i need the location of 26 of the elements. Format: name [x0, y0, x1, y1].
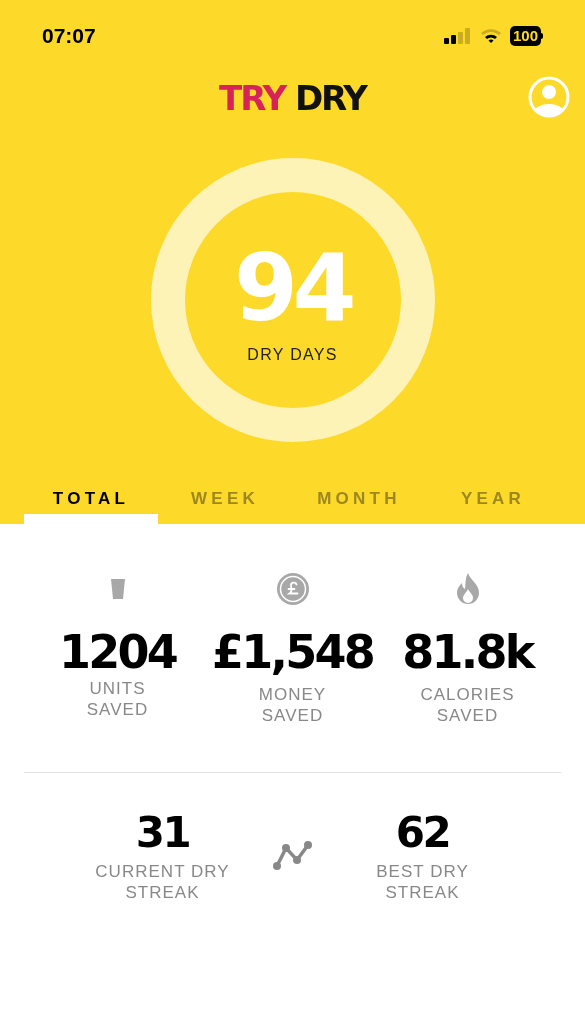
dry-days-label: DRY DAYS: [247, 345, 338, 365]
stat-label: UNITS SAVED: [85, 678, 150, 720]
stat-label: MONEY SAVED: [257, 684, 328, 726]
signal-icon: [443, 28, 472, 44]
period-tab[interactable]: TOTAL: [24, 484, 158, 524]
dry-days-count: 94: [234, 243, 351, 335]
streak-value: 31: [135, 809, 190, 857]
battery-level: 100: [509, 26, 541, 46]
stat-value: £1,548: [212, 626, 373, 678]
stat-value: 81.8k: [402, 626, 533, 678]
app-title: TRY DRY: [219, 76, 366, 120]
period-tab[interactable]: WEEK: [158, 484, 292, 524]
glass-icon: [110, 579, 125, 599]
stat-value: 1204: [59, 626, 176, 678]
period-tab[interactable]: MONTH: [292, 484, 426, 524]
streak-label: CURRENT DRY STREAK: [94, 861, 231, 903]
streak-label: BEST DRY STREAK: [375, 861, 470, 903]
line-chart-icon: [272, 840, 313, 872]
stat-label: CALORIES SAVED: [419, 684, 516, 726]
pound-coin-icon: [276, 573, 309, 605]
period-tab[interactable]: YEAR: [426, 484, 560, 524]
flame-icon: [454, 573, 481, 605]
streak-value: 62: [395, 809, 450, 857]
status-time: 07:07: [42, 23, 96, 50]
profile-button[interactable]: [528, 76, 570, 118]
wifi-icon: [479, 28, 502, 44]
